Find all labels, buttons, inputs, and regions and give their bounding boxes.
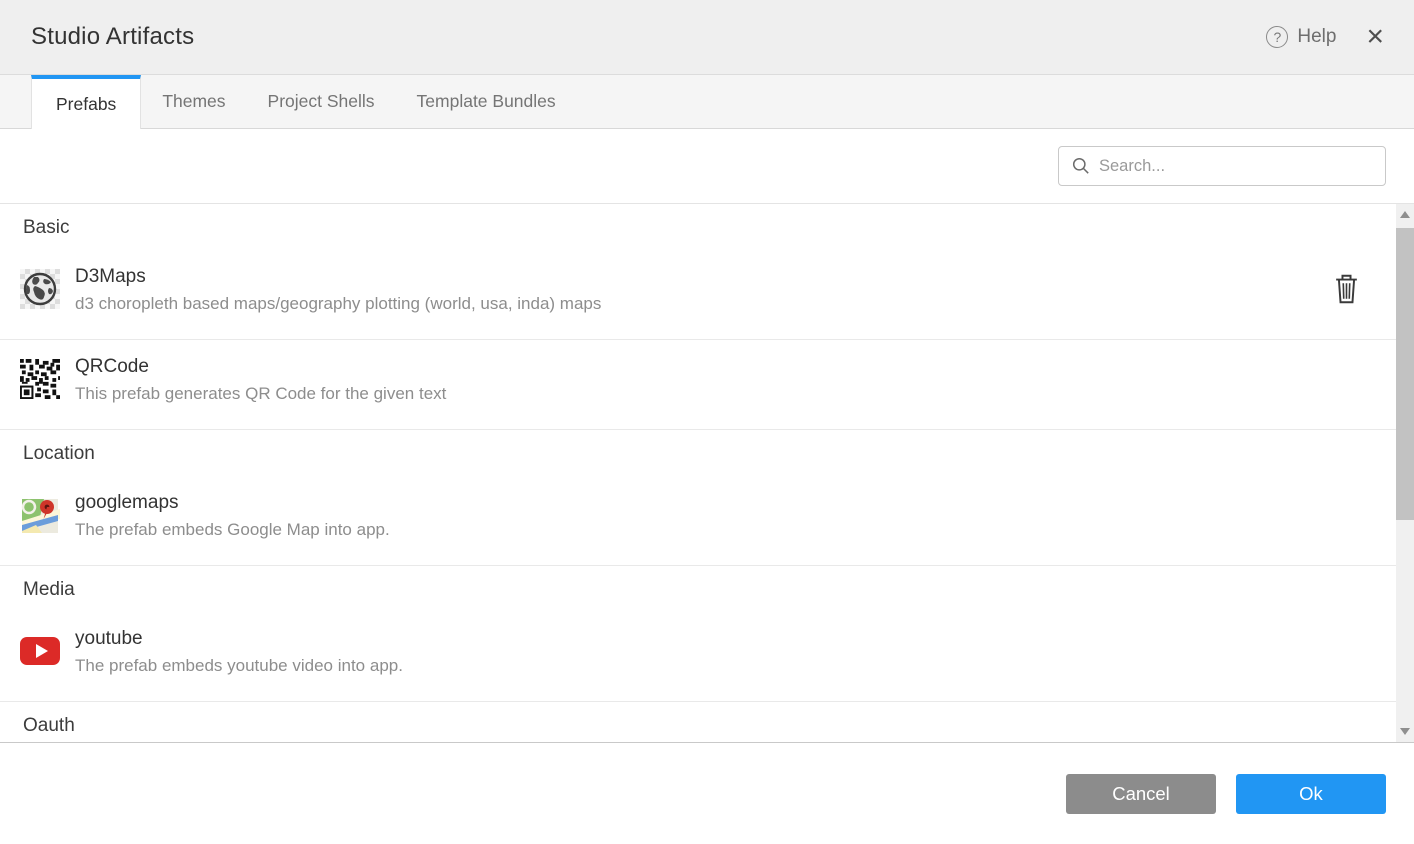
google-maps-icon	[20, 495, 60, 535]
scroll-up-button[interactable]	[1396, 206, 1414, 223]
item-description: The prefab embeds youtube video into app…	[75, 655, 403, 677]
list-item-googlemaps[interactable]: googlemaps The prefab embeds Google Map …	[0, 476, 1396, 566]
list-scrollbar[interactable]	[1396, 204, 1414, 742]
scrollbar-thumb[interactable]	[1396, 228, 1414, 520]
section-header-basic: Basic	[0, 204, 1396, 250]
search-box	[1058, 146, 1386, 186]
item-title: QRCode	[75, 355, 446, 379]
globe-icon	[20, 269, 60, 309]
trash-icon	[1335, 274, 1358, 304]
youtube-icon	[20, 631, 60, 671]
section-header-location: Location	[0, 429, 1396, 476]
section-header-media: Media	[0, 566, 1396, 612]
prefab-list-container: Basic D3Maps d3 choropleth based maps/ge…	[0, 204, 1414, 743]
section-header-oauth: Oauth	[0, 702, 1396, 748]
cancel-button[interactable]: Cancel	[1066, 774, 1216, 814]
header-actions: ? Help ×	[1266, 22, 1384, 52]
tab-project-shells[interactable]: Project Shells	[247, 75, 396, 128]
prefab-list: Basic D3Maps d3 choropleth based maps/ge…	[0, 204, 1396, 748]
tab-bar: Prefabs Themes Project Shells Template B…	[0, 75, 1414, 129]
help-button[interactable]: ? Help	[1266, 26, 1336, 48]
help-icon: ?	[1266, 26, 1288, 48]
list-item-d3maps[interactable]: D3Maps d3 choropleth based maps/geograph…	[0, 250, 1396, 340]
delete-button[interactable]	[1333, 272, 1360, 309]
item-title: googlemaps	[75, 491, 390, 515]
item-title: youtube	[75, 627, 403, 651]
studio-artifacts-dialog: Studio Artifacts ? Help × Prefabs Themes…	[0, 0, 1414, 844]
close-icon[interactable]: ×	[1366, 22, 1384, 52]
tab-template-bundles[interactable]: Template Bundles	[396, 75, 577, 128]
dialog-header: Studio Artifacts ? Help ×	[0, 0, 1414, 75]
tab-prefabs[interactable]: Prefabs	[31, 75, 141, 129]
ok-button[interactable]: Ok	[1236, 774, 1386, 814]
triangle-up-icon	[1400, 211, 1410, 218]
item-description: d3 choropleth based maps/geography plott…	[75, 293, 601, 315]
search-icon	[1072, 157, 1090, 175]
list-item-qrcode[interactable]: QRCode This prefab generates QR Code for…	[0, 340, 1396, 429]
search-input[interactable]	[1099, 157, 1372, 176]
dialog-title: Studio Artifacts	[31, 23, 194, 51]
scroll-down-button[interactable]	[1396, 723, 1414, 740]
tab-themes[interactable]: Themes	[141, 75, 246, 128]
list-item-youtube[interactable]: youtube The prefab embeds youtube video …	[0, 612, 1396, 702]
triangle-down-icon	[1400, 728, 1410, 735]
item-description: The prefab embeds Google Map into app.	[75, 519, 390, 541]
help-label: Help	[1297, 26, 1336, 48]
dialog-footer: Cancel Ok	[0, 743, 1414, 844]
item-description: This prefab generates QR Code for the gi…	[75, 383, 446, 405]
search-row	[0, 129, 1414, 204]
item-title: D3Maps	[75, 265, 601, 289]
qrcode-icon	[20, 359, 60, 399]
